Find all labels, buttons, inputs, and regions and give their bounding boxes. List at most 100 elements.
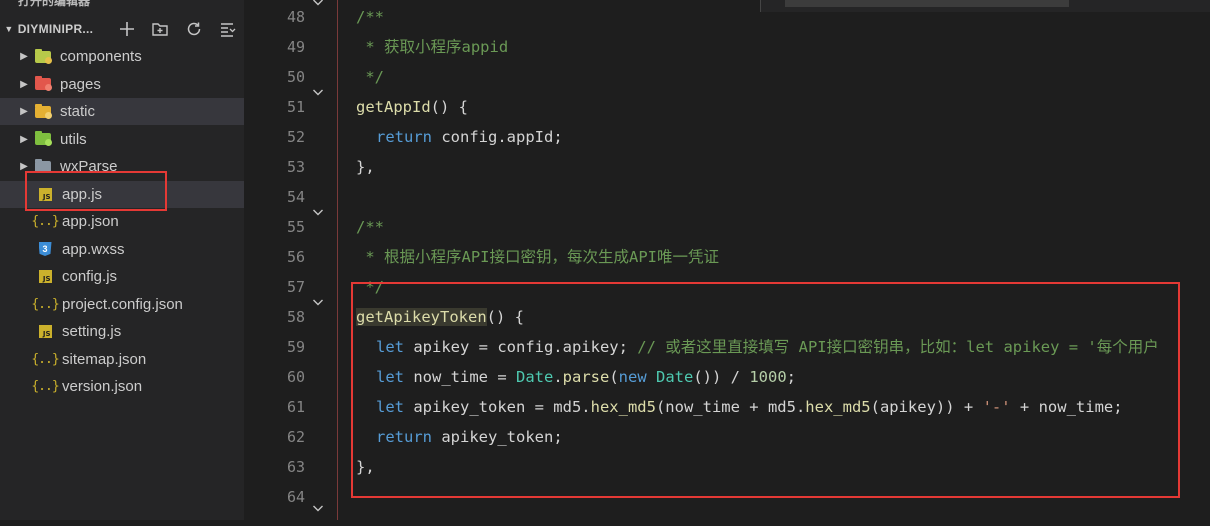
tree-item-config-js[interactable]: JS config.js	[0, 263, 244, 290]
code-line-52: return config.appId;	[376, 122, 563, 152]
code-line-61: let apikey_token = md5.hex_md5(now_time …	[376, 392, 1123, 422]
tree-item-label: components	[60, 48, 142, 65]
line-number-49: 49	[286, 38, 305, 56]
code-token: ;	[786, 368, 797, 386]
code-line-50: */	[356, 62, 384, 92]
code-token: Date	[515, 368, 554, 386]
find-input[interactable]	[785, 0, 1069, 7]
code-line-48: /**	[356, 2, 384, 32]
tree-item-app-json[interactable]: {..} app.json	[0, 208, 244, 235]
chevron-right-icon[interactable]: ▶	[14, 79, 34, 90]
open-editors-header[interactable]: 打开的编辑器	[0, 0, 244, 10]
tree-item-project-config-json[interactable]: {..} project.config.json	[0, 291, 244, 318]
tree-item-label: utils	[60, 130, 87, 148]
code-line-49: * 获取小程序appid	[356, 32, 508, 62]
line-number-60: 60	[286, 368, 305, 386]
tree-item-version-json[interactable]: {..} version.json	[0, 373, 244, 400]
tree-item-label: pages	[60, 75, 101, 93]
code-token: let	[376, 368, 404, 386]
code-token: config.appId;	[432, 128, 563, 146]
code-editor[interactable]: /** * 获取小程序appid */ getAppId() { return …	[338, 0, 1210, 520]
chevron-right-icon[interactable]: ▶	[14, 51, 34, 62]
code-token: return	[376, 428, 432, 446]
code-token: return	[376, 128, 432, 146]
tree-item-app-wxss[interactable]: 3 app.wxss	[0, 236, 244, 263]
tree-item-label: config.js	[62, 268, 118, 285]
code-token: (apikey)) +	[870, 398, 983, 416]
folder-utils-icon	[34, 131, 52, 147]
code-token: 1000	[749, 368, 787, 386]
code-line-62: return apikey_token;	[376, 422, 563, 452]
js-file-icon: JS	[36, 269, 54, 285]
line-number-55: 55	[286, 218, 305, 236]
line-number-gutter: 48 49 50 51 52 53 54 55 56 57 58 59 60 61 62 63 64	[245, 0, 337, 520]
code-token: '-'	[982, 398, 1011, 416]
tree-item-utils[interactable]: ▶ utils	[0, 126, 244, 153]
find-widget[interactable]	[760, 0, 1210, 12]
chevron-right-icon[interactable]: ▶	[14, 161, 34, 172]
tree-item-pages[interactable]: ▶ pages	[0, 71, 244, 98]
new-folder-button[interactable]	[144, 16, 177, 42]
code-token: Date	[656, 368, 694, 386]
css-file-icon: 3	[36, 241, 54, 257]
code-line-51: getAppId() {	[356, 92, 468, 122]
code-line-63: },	[356, 452, 375, 482]
code-token: ()) /	[693, 368, 750, 386]
code-token: (	[609, 368, 619, 386]
code-token: },	[356, 458, 375, 476]
tree-item-label: version.json	[62, 378, 143, 395]
code-token: now_time =	[404, 368, 516, 386]
code-token: * 根据小程序API接口密钥，每次生成API唯一凭证	[356, 248, 719, 266]
tree-item-label: app.json	[62, 213, 119, 230]
tree-item-label: app.wxss	[62, 240, 125, 258]
explorer-sidebar: 打开的编辑器 ▼ DIYMINIPR... ▶ components ▶ pages ▶…	[0, 0, 244, 520]
folder-pages-icon	[34, 76, 52, 92]
fold-chevron-icon[interactable]	[309, 496, 327, 526]
code-token: */	[356, 68, 384, 86]
tree-item-wxparse[interactable]: ▶ wxParse	[0, 153, 244, 180]
chevron-down-icon: ▼	[4, 24, 14, 34]
json-file-icon: {..}	[31, 214, 59, 229]
code-token: () {	[430, 98, 468, 116]
line-number-48: 48	[286, 8, 305, 26]
line-number-58: 58	[286, 308, 305, 326]
code-token: parse	[562, 368, 610, 386]
line-number-53: 53	[286, 158, 305, 176]
project-header[interactable]: ▼ DIYMINIPR...	[0, 16, 244, 42]
refresh-button[interactable]	[177, 16, 210, 42]
fold-chevron-icon[interactable]	[309, 80, 327, 110]
tree-item-app-js[interactable]: JS app.js	[0, 180, 244, 208]
chevron-right-icon[interactable]: ▶	[14, 106, 34, 117]
js-file-icon: JS	[36, 324, 54, 340]
folder-static-icon	[34, 103, 52, 120]
fold-chevron-icon[interactable]	[309, 0, 327, 20]
code-token: // 或者这里直接填写 API接口密钥串，比如：let apikey = '每个…	[637, 338, 1159, 356]
line-number-56: 56	[286, 248, 305, 266]
refresh-icon	[187, 22, 201, 36]
tree-item-setting-js[interactable]: JS setting.js	[0, 318, 244, 345]
code-token: getApikeyToken	[356, 308, 487, 326]
code-token: getAppId	[356, 98, 431, 116]
line-number-54: 54	[286, 188, 305, 206]
tree-item-static[interactable]: ▶ static	[0, 98, 244, 125]
new-file-icon	[119, 22, 134, 36]
chevron-right-icon[interactable]: ▶	[14, 134, 34, 145]
fold-chevron-icon[interactable]	[309, 290, 327, 320]
code-token: new	[618, 368, 647, 386]
code-line-60: let now_time = Date.parse(new Date()) / …	[376, 362, 796, 392]
tree-item-label: project.config.json	[62, 295, 183, 313]
json-file-icon: {..}	[31, 379, 59, 394]
new-file-button[interactable]	[110, 16, 143, 42]
collapse-all-button[interactable]	[211, 16, 244, 42]
tree-item-components[interactable]: ▶ components	[0, 43, 244, 70]
code-token: apikey_token;	[432, 428, 563, 446]
code-token: },	[356, 158, 375, 176]
code-token: hex_md5	[805, 398, 871, 416]
line-number-61: 61	[286, 398, 305, 416]
tree-item-label: wxParse	[60, 158, 118, 175]
code-line-59: let apikey = config.apikey; // 或者这里直接填写 …	[376, 332, 1159, 362]
tree-item-sitemap-json[interactable]: {..} sitemap.json	[0, 346, 244, 373]
fold-chevron-icon[interactable]	[309, 200, 327, 230]
code-token: apikey_token = md5.	[404, 398, 591, 416]
